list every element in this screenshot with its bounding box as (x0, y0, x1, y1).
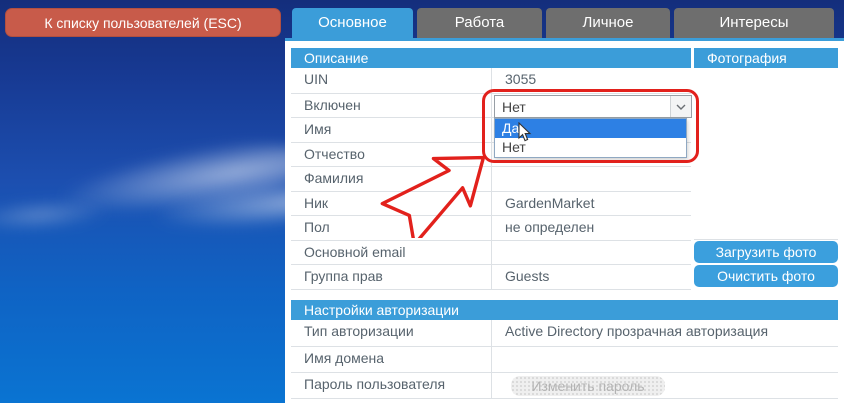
photo-section-header: Фотография (694, 48, 838, 68)
field-label: Пароль пользователя (291, 373, 492, 398)
field-label: Включен (291, 93, 492, 117)
cloud-wisp (0, 195, 111, 235)
back-to-users-button[interactable]: К списку пользователей (ESC) (5, 8, 281, 37)
field-label: Пол (291, 216, 492, 240)
field-value (492, 347, 838, 372)
enabled-dropdown-list: Да Нет (494, 118, 687, 158)
auth-settings-table: Настройки авторизации Тип авторизации Act… (291, 300, 838, 399)
enabled-select-value: Нет (502, 98, 526, 115)
field-value: GardenMarket (505, 194, 595, 211)
table-row: Пароль пользователя Изменить пароль (291, 372, 838, 398)
field-value: не определен (505, 219, 595, 235)
upload-photo-button[interactable]: Загрузить фото (694, 241, 838, 263)
photo-placeholder (694, 68, 838, 240)
enabled-select[interactable]: Нет (494, 95, 692, 118)
field-value (492, 241, 691, 265)
photo-column: Загрузить фото Очистить фото (694, 68, 838, 290)
description-section-header: Описание (291, 48, 691, 68)
field-label: Ник (291, 191, 492, 215)
table-row: Имя домена (291, 346, 838, 372)
field-value (492, 167, 691, 191)
content-panel: Описание Фотография UIN 3055 Включен Имя Отч… (285, 38, 844, 403)
field-label: Отчество (291, 142, 492, 166)
change-password-button[interactable]: Изменить пароль (511, 376, 665, 396)
clear-photo-button[interactable]: Очистить фото (694, 265, 838, 287)
table-row: Группа прав Guests (291, 264, 691, 289)
field-label: Основной email (291, 240, 492, 264)
field-value: 3055 (505, 71, 537, 87)
chevron-down-icon[interactable] (670, 96, 691, 117)
auth-rows: Тип авторизации Active Directory прозрачн… (291, 320, 838, 399)
table-row: Фамилия (291, 166, 691, 191)
table-row: Тип авторизации Active Directory прозрачн… (291, 320, 838, 346)
field-label: UIN (291, 68, 492, 93)
screen: К списку пользователей (ESC) Основное Ра… (0, 0, 844, 403)
tab-interests[interactable]: Интересы (674, 8, 834, 38)
table-row: Пол не определен (291, 215, 691, 240)
dropdown-option-yes[interactable]: Да (495, 119, 686, 138)
field-value: Active Directory прозрачная авторизация (505, 323, 769, 339)
field-label: Группа прав (291, 265, 492, 289)
field-label: Имя (291, 118, 492, 142)
tab-main[interactable]: Основное (292, 8, 413, 38)
tab-personal[interactable]: Личное (546, 8, 670, 38)
dropdown-option-no[interactable]: Нет (495, 138, 686, 157)
table-row: Основной email (291, 239, 691, 265)
tab-work[interactable]: Работа (417, 8, 542, 38)
field-value: Изменить пароль (492, 373, 838, 398)
field-label: Тип авторизации (291, 320, 492, 346)
field-value: Guests (505, 268, 550, 284)
table-row: UIN 3055 (291, 68, 691, 93)
description-table: Описание Фотография UIN 3055 Включен Имя Отч… (291, 48, 838, 290)
field-label: Фамилия (291, 167, 492, 191)
field-label: Имя домена (291, 347, 492, 372)
table-row: Ник GardenMarket (291, 190, 691, 215)
auth-section-header: Настройки авторизации (291, 300, 838, 320)
